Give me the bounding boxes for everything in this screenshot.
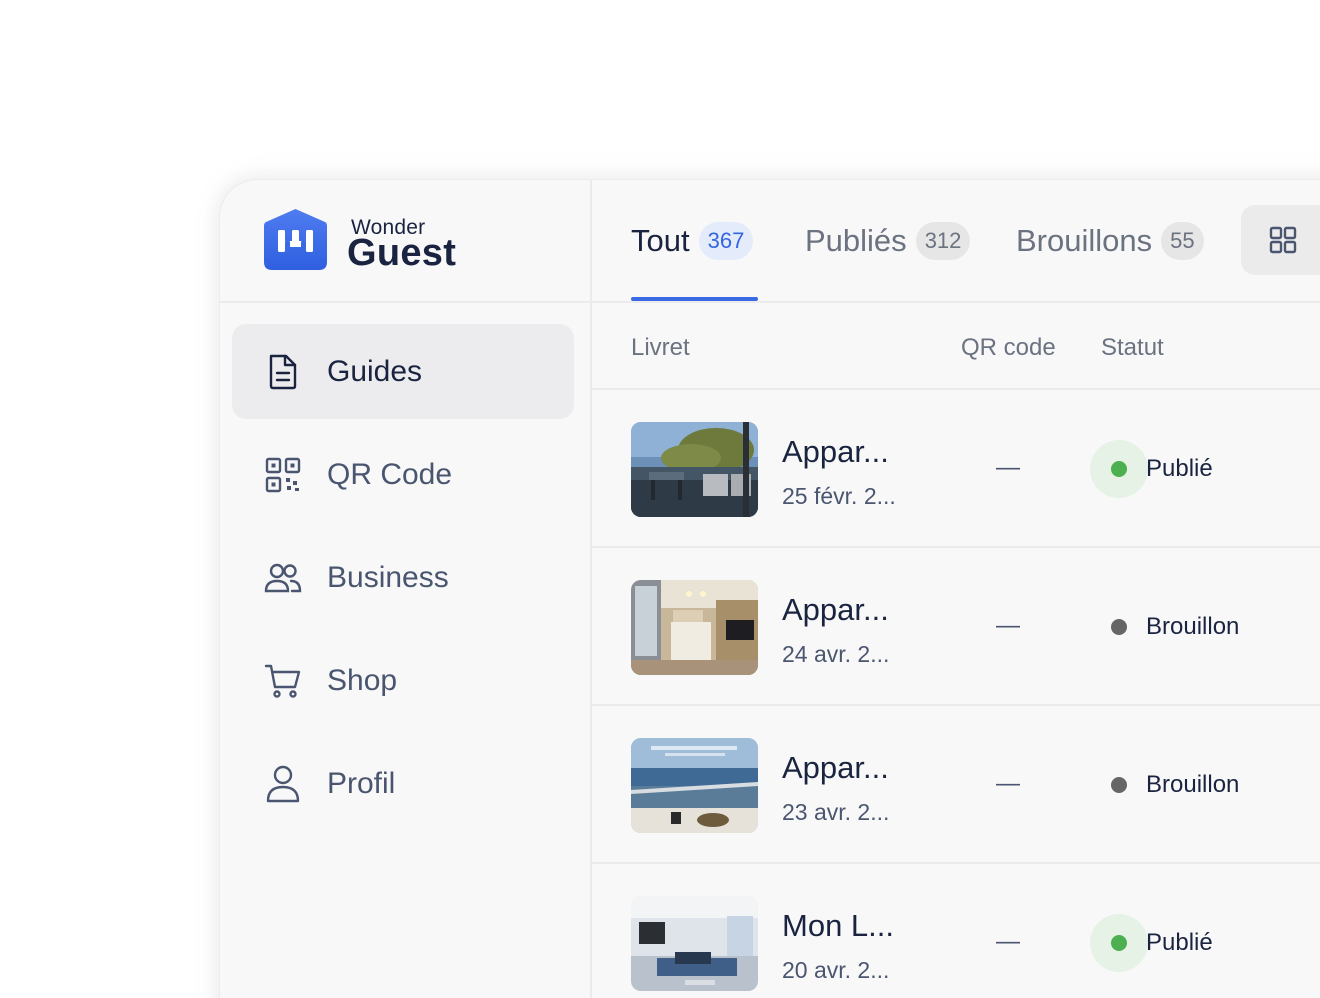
guide-title[interactable]: Appar... <box>782 592 889 628</box>
sidebar-nav: Guides QR Code Business Shop Profil <box>232 324 574 839</box>
guide-thumbnail <box>631 580 758 675</box>
status-badge: Brouillon <box>1090 756 1239 814</box>
status-dot <box>1111 461 1127 477</box>
sidebar-item-profil[interactable]: Profil <box>232 736 574 831</box>
tab-label: Publiés <box>805 223 907 258</box>
users-icon <box>264 559 302 597</box>
tab-tout[interactable]: Tout 367 <box>631 216 754 266</box>
cart-icon <box>264 662 302 700</box>
tabs-bar: Tout 367 Publiés 312 Brouillons 55 <box>592 180 1320 303</box>
status-dot <box>1111 935 1127 951</box>
status-dot <box>1111 619 1127 635</box>
status-label: Brouillon <box>1146 613 1240 640</box>
sidebar-item-label: Guides <box>327 354 423 388</box>
column-header-livret[interactable]: Livret <box>631 334 690 362</box>
user-icon <box>264 765 302 803</box>
sidebar-item-shop[interactable]: Shop <box>232 633 574 728</box>
status-label: Publié <box>1146 929 1213 956</box>
status-badge: Publié <box>1090 440 1213 498</box>
sidebar-item-label: Shop <box>327 663 398 697</box>
qr-code-value: — <box>996 770 1020 797</box>
sidebar-item-label: Business <box>327 560 449 594</box>
table-row[interactable]: Appar... 23 avr. 2... — Brouillon <box>592 706 1320 864</box>
sidebar-item-business[interactable]: Business <box>232 530 574 625</box>
status-dot-wrap <box>1090 440 1148 498</box>
sidebar-item-qr-code[interactable]: QR Code <box>232 427 574 522</box>
guide-thumbnail <box>631 896 758 991</box>
status-dot-wrap <box>1090 756 1148 814</box>
qr-code-value: — <box>996 454 1020 481</box>
status-dot-wrap <box>1090 598 1148 656</box>
qr-code-icon <box>264 456 302 494</box>
tab-count-badge: 312 <box>915 222 971 260</box>
status-label: Publié <box>1146 455 1213 482</box>
table-header: Livret QR code Statut <box>592 302 1320 390</box>
qr-code-value: — <box>996 928 1020 955</box>
status-badge: Brouillon <box>1090 598 1239 656</box>
sidebar: Wonder Guest Guides QR Code Business Sho… <box>220 180 592 998</box>
main-panel: Tout 367 Publiés 312 Brouillons 55 Livre… <box>592 180 1320 998</box>
grid-view-button[interactable] <box>1241 205 1320 275</box>
brand-header: Wonder Guest <box>220 180 590 303</box>
column-header-qr-code[interactable]: QR code <box>961 334 1056 362</box>
sidebar-item-label: Profil <box>327 766 396 800</box>
app-window: Wonder Guest Guides QR Code Business Sho… <box>219 179 1320 998</box>
status-dot <box>1111 777 1127 793</box>
guide-date: 25 févr. 2... <box>782 483 896 509</box>
guide-title[interactable]: Appar... <box>782 750 889 786</box>
active-tab-indicator <box>631 297 758 301</box>
tab-count-badge: 55 <box>1161 222 1204 260</box>
stage: Wonder Guest Guides QR Code Business Sho… <box>0 0 1320 998</box>
table-row[interactable]: Appar... 24 avr. 2... — Brouillon <box>592 548 1320 706</box>
tab-count-badge: 367 <box>698 222 754 260</box>
guide-date: 20 avr. 2... <box>782 957 890 983</box>
guide-date: 23 avr. 2... <box>782 799 890 825</box>
sidebar-item-guides[interactable]: Guides <box>232 324 574 419</box>
guide-thumbnail <box>631 422 758 517</box>
table-row[interactable]: Mon L... 20 avr. 2... — Publié <box>592 864 1320 998</box>
logo-guest-text: Guest <box>347 232 457 274</box>
logo-icon[interactable] <box>263 208 328 271</box>
document-icon <box>264 353 302 391</box>
guide-thumbnail <box>631 738 758 833</box>
grid-icon <box>1269 226 1297 254</box>
guide-date: 24 avr. 2... <box>782 641 890 667</box>
sidebar-item-label: QR Code <box>327 457 453 491</box>
table-row[interactable]: Appar... 25 févr. 2... — Publié <box>592 390 1320 548</box>
qr-code-value: — <box>996 612 1020 639</box>
status-badge: Publié <box>1090 914 1213 972</box>
tab-brouillons[interactable]: Brouillons 55 <box>1016 216 1204 266</box>
status-label: Brouillon <box>1146 771 1240 798</box>
tab-label: Tout <box>631 223 690 258</box>
tab-label: Brouillons <box>1016 223 1153 258</box>
guide-title[interactable]: Appar... <box>782 434 889 470</box>
tab-publies[interactable]: Publiés 312 <box>805 216 971 266</box>
status-dot-wrap <box>1090 914 1148 972</box>
column-header-statut[interactable]: Statut <box>1101 334 1164 362</box>
guide-title[interactable]: Mon L... <box>782 908 894 944</box>
